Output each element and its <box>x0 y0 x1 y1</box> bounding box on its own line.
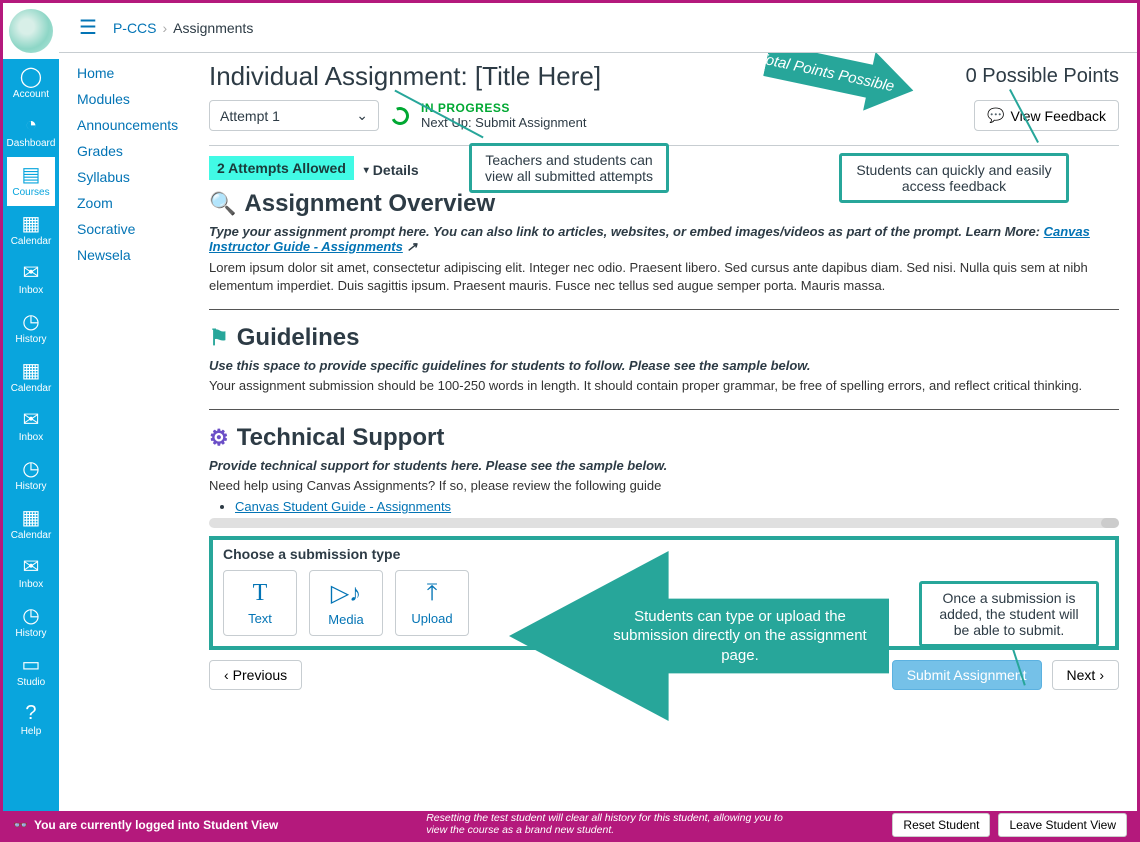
course-nav-grades[interactable]: Grades <box>77 143 201 159</box>
chevron-left-icon: ‹ <box>224 667 229 683</box>
student-view-bar: 👓 You are currently logged into Student … <box>3 811 1137 839</box>
sv-note: Resetting the test student will clear al… <box>426 813 796 836</box>
chevron-down-icon: ▾ <box>364 165 369 176</box>
breadcrumb-course[interactable]: P-CCS <box>113 20 157 36</box>
inbox-icon: ✉ <box>20 408 42 430</box>
nav-dashboard[interactable]: ◔Dashboard <box>7 108 56 157</box>
nav-studio[interactable]: ▭Studio <box>7 647 56 696</box>
submission-type-text[interactable]: TText <box>223 570 297 636</box>
calendar-icon: ▦ <box>20 212 42 234</box>
horizontal-scrollbar[interactable] <box>209 518 1119 528</box>
course-nav-modules[interactable]: Modules <box>77 91 201 107</box>
reset-student-button[interactable]: Reset Student <box>892 813 990 837</box>
nav-help[interactable]: ?Help <box>7 696 56 745</box>
leave-student-view-button[interactable]: Leave Student View <box>998 813 1127 837</box>
next-button[interactable]: Next › <box>1052 660 1119 690</box>
person-icon: ◯ <box>20 65 42 87</box>
main-content: Individual Assignment: [Title Here] 0 Po… <box>209 53 1137 811</box>
nav-calendar[interactable]: ▦Calendar <box>7 206 56 255</box>
clock-icon: ◷ <box>20 604 42 626</box>
student-guide-link[interactable]: Canvas Student Guide - Assignments <box>235 499 451 514</box>
tech-body: Need help using Canvas Assignments? If s… <box>209 477 1119 495</box>
progress-status: IN PROGRESS <box>421 101 586 115</box>
annotation-feedback: Students can quickly and easily access f… <box>839 153 1069 203</box>
upload-icon: ⤒ <box>427 580 438 607</box>
page-title: Individual Assignment: [Title Here] <box>209 61 601 92</box>
tech-links: Canvas Student Guide - Assignments <box>235 499 1119 514</box>
submission-type-upload[interactable]: ⤒Upload <box>395 570 469 636</box>
magnifier-icon: 🔍 <box>209 191 236 217</box>
tech-prompt: Provide technical support for students h… <box>209 458 1119 473</box>
nav-history[interactable]: ◷History <box>7 598 56 647</box>
details-toggle[interactable]: ▾ Details <box>358 162 419 178</box>
guidelines-heading: ⚑ Guidelines <box>209 324 1119 352</box>
annotation-submit: Once a submission is added, the student … <box>919 581 1099 647</box>
chevron-down-icon: ⌄ <box>356 107 368 124</box>
text-icon: T <box>253 580 268 607</box>
calendar-icon: ▦ <box>20 506 42 528</box>
nav-courses[interactable]: ▤Courses <box>7 157 56 206</box>
nav-calendar[interactable]: ▦Calendar <box>7 500 56 549</box>
nav-account[interactable]: ◯Account <box>7 59 56 108</box>
nav-inbox[interactable]: ✉Inbox <box>7 402 56 451</box>
tech-heading: ⚙ Technical Support <box>209 424 1119 452</box>
inbox-icon: ✉ <box>20 261 42 283</box>
course-nav-zoom[interactable]: Zoom <box>77 195 201 211</box>
overview-prompt: Type your assignment prompt here. You ca… <box>209 224 1119 255</box>
inbox-icon: ✉ <box>20 555 42 577</box>
overview-body: Lorem ipsum dolor sit amet, consectetur … <box>209 259 1119 295</box>
breadcrumb-page: Assignments <box>173 20 253 36</box>
calendar-icon: ▦ <box>20 359 42 381</box>
topbar: ☰ P-CCS › Assignments <box>59 3 1137 53</box>
chevron-right-icon: › <box>1099 667 1104 683</box>
course-nav-newsela[interactable]: Newsela <box>77 247 201 263</box>
nav-calendar[interactable]: ▦Calendar <box>7 353 56 402</box>
annotation-attempts: Teachers and students can view all submi… <box>469 143 669 193</box>
chevron-right-icon: › <box>163 20 168 36</box>
hamburger-icon[interactable]: ☰ <box>79 15 97 40</box>
attempt-selected: Attempt 1 <box>220 108 280 124</box>
clock-icon: ◷ <box>20 457 42 479</box>
progress-icon <box>388 104 411 127</box>
nav-history[interactable]: ◷History <box>7 304 56 353</box>
studio-icon: ▭ <box>20 653 42 675</box>
course-nav-syllabus[interactable]: Syllabus <box>77 169 201 185</box>
view-feedback-button[interactable]: 💬 View Feedback <box>974 100 1119 131</box>
guidelines-prompt: Use this space to provide specific guide… <box>209 358 1119 373</box>
nav-history[interactable]: ◷History <box>7 451 56 500</box>
nav-inbox[interactable]: ✉Inbox <box>7 255 56 304</box>
clock-icon: ◷ <box>20 310 42 332</box>
sv-text: You are currently logged into Student Vi… <box>34 818 278 832</box>
global-nav: ◯Account◔Dashboard▤Courses▦Calendar✉Inbo… <box>3 3 59 811</box>
breadcrumb: P-CCS › Assignments <box>113 20 253 36</box>
nav-inbox[interactable]: ✉Inbox <box>7 549 56 598</box>
gear-icon: ⚙ <box>209 425 229 451</box>
possible-points: 0 Possible Points <box>966 65 1119 88</box>
external-link-icon: ↗ <box>406 239 417 254</box>
media-icon: ▷♪ <box>331 579 361 608</box>
book-icon: ▤ <box>20 163 42 185</box>
attempt-select[interactable]: Attempt 1 ⌄ <box>209 100 379 131</box>
glasses-icon: 👓 <box>13 818 28 832</box>
logo[interactable] <box>3 3 59 59</box>
gauge-icon: ◔ <box>20 114 42 136</box>
course-nav-socrative[interactable]: Socrative <box>77 221 201 237</box>
previous-button[interactable]: ‹ Previous <box>209 660 302 690</box>
speech-bubble-icon: 💬 <box>987 107 1004 124</box>
submission-type-media[interactable]: ▷♪Media <box>309 570 383 636</box>
help-icon: ? <box>20 702 42 724</box>
flag-icon: ⚑ <box>209 325 229 351</box>
attempts-badge: 2 Attempts Allowed <box>209 156 354 180</box>
course-nav: Home Modules Announcements Grades Syllabus Zo… <box>59 53 209 811</box>
course-nav-announcements[interactable]: Announcements <box>77 117 201 133</box>
guidelines-body: Your assignment submission should be 100… <box>209 377 1119 395</box>
course-nav-home[interactable]: Home <box>77 65 201 81</box>
